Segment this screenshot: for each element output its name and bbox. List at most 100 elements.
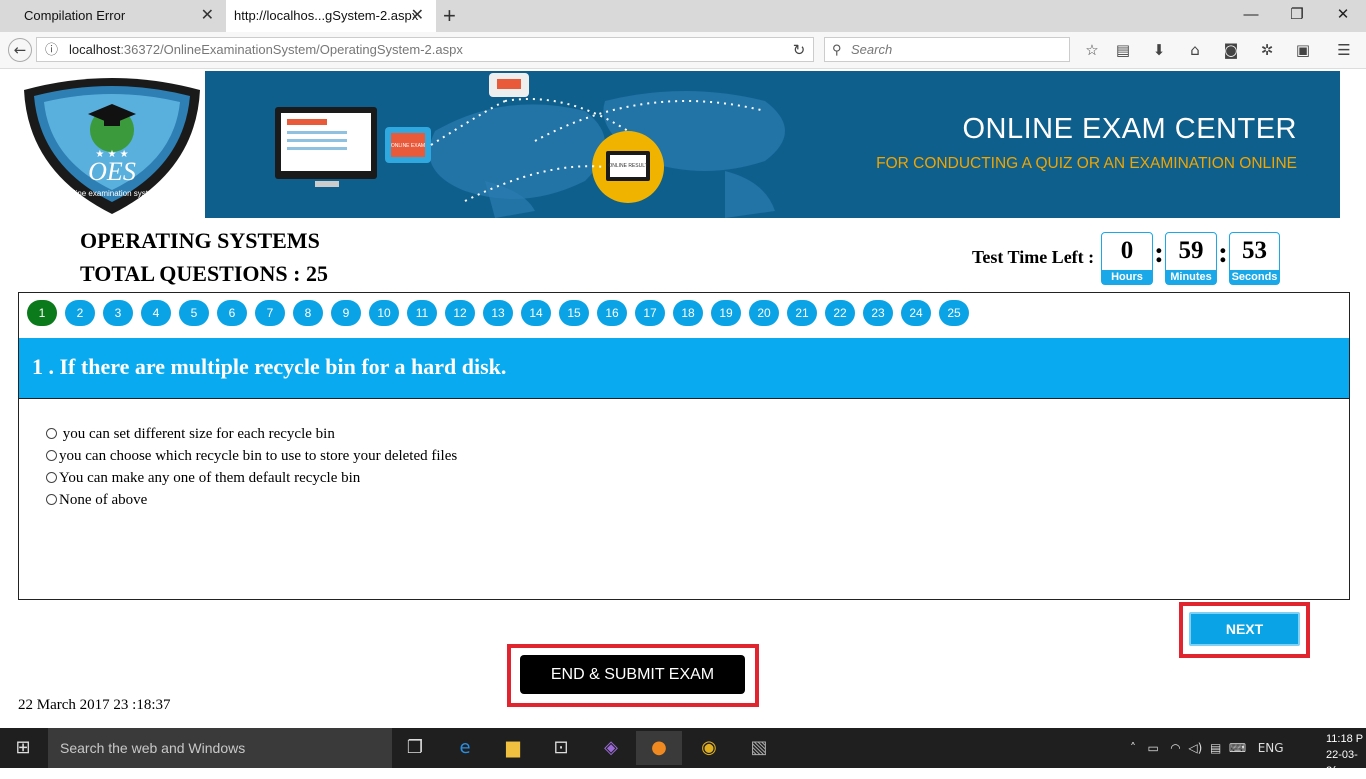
option-label: You can make any one of them default rec…	[59, 470, 361, 486]
question-number-8[interactable]: 8	[293, 300, 323, 326]
app-icon[interactable]: ▧	[736, 731, 782, 765]
tab-title: http://localhos...gSystem-2.aspx	[234, 8, 419, 23]
question-number-4[interactable]: 4	[141, 300, 171, 326]
question-number-21[interactable]: 21	[787, 300, 817, 326]
question-number-22[interactable]: 22	[825, 300, 855, 326]
option-label: None of above	[59, 492, 148, 508]
store-icon[interactable]: ⊡	[538, 731, 584, 765]
search-input[interactable]: ⚲ Search	[824, 37, 1070, 62]
file-explorer-icon[interactable]: ▆	[490, 731, 536, 765]
option-3[interactable]: You can make any one of them default rec…	[46, 470, 360, 487]
search-placeholder: Search	[851, 42, 893, 57]
back-icon[interactable]: ←	[8, 38, 32, 62]
timer-hours-label: Hours	[1102, 270, 1152, 284]
download-icon[interactable]: ⬇	[1147, 38, 1171, 62]
keyboard-icon[interactable]: ⌨	[1229, 741, 1246, 755]
question-header: 1 . If there are multiple recycle bin fo…	[19, 338, 1349, 399]
question-number-23[interactable]: 23	[863, 300, 893, 326]
question-number-12[interactable]: 12	[445, 300, 475, 326]
header-banner: ONLINE EXAM ONLINE RESULT ONLINE EXAM CE…	[205, 71, 1340, 218]
question-panel: 1 2 3 4 5 6 7 8 9 10 11 12 13 14 15 16 17 18 19 20 21 22 23 24 2…	[18, 292, 1350, 600]
reload-icon[interactable]: ↻	[787, 38, 811, 62]
radio-button[interactable]	[46, 472, 57, 483]
pocket-icon[interactable]: ◙	[1219, 38, 1243, 62]
timer-hours: 0 Hours	[1101, 232, 1153, 285]
chevron-up-icon[interactable]: ˄	[1130, 741, 1136, 755]
question-number-24[interactable]: 24	[901, 300, 931, 326]
oes-logo: ★ ★ ★ OES online examination system	[18, 72, 206, 218]
question-number-3[interactable]: 3	[103, 300, 133, 326]
question-number-6[interactable]: 6	[217, 300, 247, 326]
language-indicator[interactable]: ENG	[1258, 741, 1284, 755]
logo-subtext: online examination system	[65, 189, 160, 198]
menu-icon[interactable]: ☰	[1332, 38, 1356, 62]
taskbar-clock[interactable]: 11:18 P 22-03-2(	[1326, 731, 1366, 779]
question-number-9[interactable]: 9	[331, 300, 361, 326]
question-number-15[interactable]: 15	[559, 300, 589, 326]
tab-compilation-error[interactable]: Compilation Error ✕	[0, 0, 226, 32]
extension-icon[interactable]: ✲	[1255, 38, 1279, 62]
new-tab-icon[interactable]: +	[443, 3, 456, 29]
question-number-14[interactable]: 14	[521, 300, 551, 326]
window-close-icon[interactable]: ✕	[1320, 0, 1366, 32]
exam-subject: OPERATING SYSTEMS	[80, 228, 320, 253]
question-number-25[interactable]: 25	[939, 300, 969, 326]
notification-icon[interactable]: ▤	[1210, 741, 1221, 755]
minimize-icon[interactable]: —	[1228, 0, 1274, 32]
question-number-17[interactable]: 17	[635, 300, 665, 326]
tab-active[interactable]: http://localhos...gSystem-2.aspx ✕	[226, 0, 436, 32]
radio-button[interactable]	[46, 428, 57, 439]
close-icon[interactable]: ✕	[201, 0, 214, 32]
radio-button[interactable]	[46, 450, 57, 461]
timer-label: Test Time Left :	[972, 247, 1095, 267]
windows-start-icon[interactable]: ⊞	[0, 731, 46, 765]
option-2[interactable]: you can choose which recycle bin to use …	[46, 448, 457, 465]
timer-seconds-label: Seconds	[1230, 270, 1279, 284]
edge-browser-icon[interactable]: e	[442, 731, 488, 765]
question-number-1[interactable]: 1	[27, 300, 57, 326]
wifi-icon[interactable]: ◠	[1170, 741, 1180, 755]
url-path: :36372/OnlineExaminationSystem/Operating…	[120, 42, 463, 57]
option-1[interactable]: you can set different size for each recy…	[46, 426, 335, 443]
svg-text:ONLINE RESULT: ONLINE RESULT	[608, 163, 647, 169]
battery-icon[interactable]: ▭	[1147, 741, 1158, 755]
question-number-13[interactable]: 13	[483, 300, 513, 326]
option-label: you can set different size for each recy…	[59, 426, 335, 442]
timer-minutes: 59 Minutes	[1165, 232, 1217, 285]
question-number-18[interactable]: 18	[673, 300, 703, 326]
timer-hours-value: 0	[1120, 237, 1134, 264]
firefox-icon[interactable]: ●	[636, 731, 682, 765]
radio-button[interactable]	[46, 494, 57, 505]
visual-studio-icon[interactable]: ◈	[588, 731, 634, 765]
timer-separator: :	[1218, 236, 1228, 269]
taskbar-search-input[interactable]: Search the web and Windows	[48, 728, 392, 768]
reading-list-icon[interactable]: ▤	[1111, 38, 1135, 62]
close-icon[interactable]: ✕	[411, 0, 424, 32]
question-number-20[interactable]: 20	[749, 300, 779, 326]
end-submit-exam-button[interactable]: END & SUBMIT EXAM	[520, 655, 745, 694]
question-number-10[interactable]: 10	[369, 300, 399, 326]
question-number-16[interactable]: 16	[597, 300, 627, 326]
chrome-icon[interactable]: ◉	[686, 731, 732, 765]
question-number-7[interactable]: 7	[255, 300, 285, 326]
question-number-5[interactable]: 5	[179, 300, 209, 326]
question-number-2[interactable]: 2	[65, 300, 95, 326]
info-icon[interactable]: ⓘ	[45, 38, 58, 61]
current-datetime: 22 March 2017 23 :18:37	[18, 697, 171, 713]
shopping-bag-icon[interactable]: ▣	[1291, 38, 1315, 62]
url-bar[interactable]: ⓘ localhost:36372/OnlineExaminationSyste…	[36, 37, 814, 62]
question-number-11[interactable]: 11	[407, 300, 437, 326]
banner-subtitle: FOR CONDUCTING A QUIZ OR AN EXAMINATION …	[876, 155, 1297, 172]
timer-minutes-value: 59	[1178, 237, 1204, 264]
system-tray: ˄ ▭ ◠ ◁) ▤ ⌨ ENG	[1130, 728, 1284, 768]
volume-icon[interactable]: ◁)	[1188, 741, 1202, 755]
bookmark-star-icon[interactable]: ☆	[1080, 38, 1104, 62]
question-number-19[interactable]: 19	[711, 300, 741, 326]
task-view-icon[interactable]: ❐	[392, 731, 438, 765]
restore-icon[interactable]: ❐	[1274, 0, 1320, 32]
next-button[interactable]: NEXT	[1189, 612, 1300, 646]
timer-separator: :	[1154, 236, 1164, 269]
home-icon[interactable]: ⌂	[1183, 38, 1207, 62]
option-4[interactable]: None of above	[46, 492, 147, 509]
total-questions: TOTAL QUESTIONS : 25	[80, 261, 328, 286]
